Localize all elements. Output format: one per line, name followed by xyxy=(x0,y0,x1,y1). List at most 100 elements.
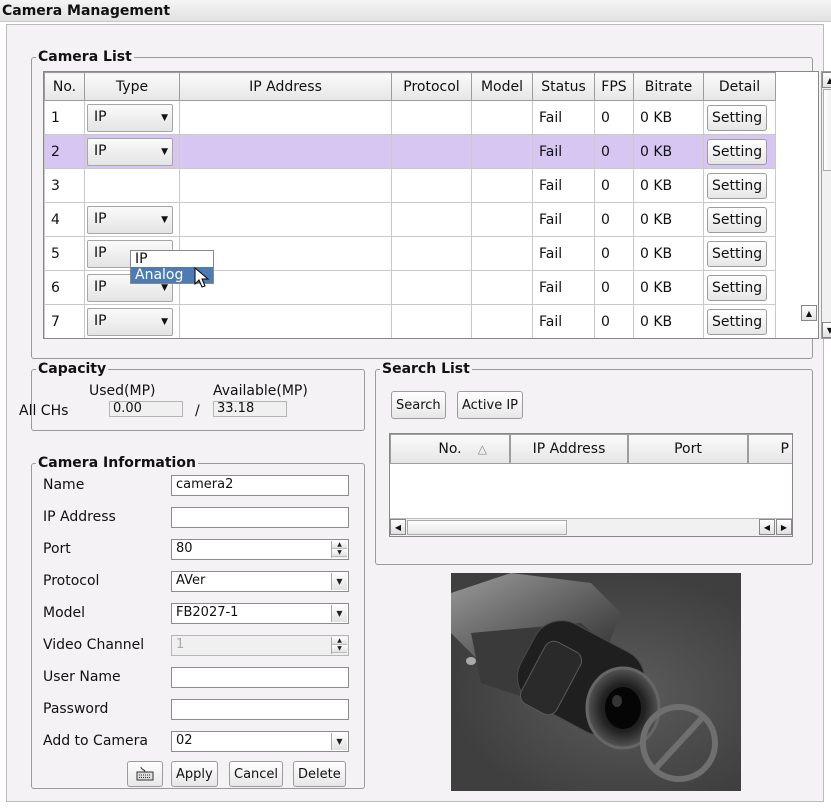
used-mp-label: Used(MP) xyxy=(89,383,156,399)
row-no: 7 xyxy=(44,304,85,338)
scroll-thumb[interactable] xyxy=(823,89,831,171)
search-col-port[interactable]: Port xyxy=(628,434,748,464)
protocol-value: AVer xyxy=(176,573,206,588)
model-select[interactable]: FB2027-1 ▼ xyxy=(171,603,349,624)
type-combo[interactable]: IP ▼ xyxy=(87,137,173,166)
scroll-down-icon[interactable]: ▼ xyxy=(822,322,831,338)
search-table: No. △ IP Address Port P ◀ ◀ ▶ xyxy=(389,433,793,537)
row-bitrate: 0 KB xyxy=(633,304,704,338)
col-header-status[interactable]: Status xyxy=(532,72,595,101)
row-ip xyxy=(179,202,392,237)
row-bitrate: 0 KB xyxy=(633,270,704,305)
camera-table-scrollbar[interactable]: ▲ ▼ xyxy=(821,71,831,339)
col-header-fps[interactable]: FPS xyxy=(594,72,634,101)
row-bitrate: 0 KB xyxy=(633,236,704,271)
search-button[interactable]: Search xyxy=(391,391,446,419)
setting-button[interactable]: Setting xyxy=(707,172,768,199)
spin-down-icon[interactable]: ▼ xyxy=(332,549,347,557)
all-chs-label: All CHs xyxy=(19,403,69,419)
camera-table-header: No. Type IP Address Protocol Model Statu… xyxy=(44,72,776,101)
search-col-no[interactable]: No. △ xyxy=(390,434,510,464)
table-row[interactable]: 7 IP ▼ Fail 0 0 KB Setting xyxy=(44,304,776,338)
title-bar: Camera Management xyxy=(0,0,831,22)
row-fps: 0 xyxy=(594,236,634,271)
row-no: 1 xyxy=(44,100,85,135)
capacity-group: Capacity xyxy=(31,361,365,431)
type-combo[interactable]: IP ▼ xyxy=(87,103,173,132)
protocol-select[interactable]: AVer ▼ xyxy=(171,571,349,592)
setting-button[interactable]: Setting xyxy=(707,274,768,301)
keyboard-button[interactable] xyxy=(127,761,163,787)
password-label: Password xyxy=(43,701,109,717)
row-status: Fail xyxy=(532,236,595,271)
port-stepper[interactable]: 80 ▲ ▼ xyxy=(171,539,349,560)
scroll-up-icon[interactable]: ▲ xyxy=(822,72,831,88)
available-mp-value: 33.18 xyxy=(213,401,287,417)
chevron-down-icon[interactable]: ▼ xyxy=(331,573,347,590)
video-channel-stepper: 1 ▲ ▼ xyxy=(171,635,349,656)
type-combo[interactable]: IP ▼ xyxy=(87,307,173,336)
row-bitrate: 0 KB xyxy=(633,168,704,203)
table-row[interactable]: 3 Fail 0 0 KB Setting xyxy=(44,168,776,203)
spin-up-icon[interactable]: ▲ xyxy=(332,541,347,549)
video-channel-label: Video Channel xyxy=(43,637,145,653)
setting-button[interactable]: Setting xyxy=(707,308,768,335)
capacity-separator: / xyxy=(195,403,200,419)
scroll-left-icon[interactable]: ◀ xyxy=(390,519,406,535)
search-col-p[interactable]: P xyxy=(748,434,792,464)
row-status: Fail xyxy=(532,270,595,305)
row-status: Fail xyxy=(532,304,595,338)
row-ip xyxy=(179,134,392,169)
active-ip-button[interactable]: Active IP xyxy=(457,391,524,419)
col-header-type[interactable]: Type xyxy=(84,72,180,101)
user-name-label: User Name xyxy=(43,669,121,685)
row-bitrate: 0 KB xyxy=(633,100,704,135)
search-table-hscroll[interactable]: ◀ ◀ ▶ xyxy=(390,518,792,536)
table-row[interactable]: 4 IP ▼ Fail 0 0 KB Setting xyxy=(44,202,776,237)
delete-button[interactable]: Delete xyxy=(293,761,346,787)
setting-button[interactable]: Setting xyxy=(707,240,768,267)
search-col-ip[interactable]: IP Address xyxy=(510,434,628,464)
row-model xyxy=(471,304,533,338)
setting-button[interactable]: Setting xyxy=(707,104,768,131)
camera-illustration xyxy=(451,573,718,782)
row-model xyxy=(471,168,533,203)
chevron-down-icon[interactable]: ▼ xyxy=(331,733,347,750)
type-combo[interactable]: IP ▼ xyxy=(87,205,173,234)
camera-management-panel: Camera List No. Type IP Address Protocol… xyxy=(6,24,831,802)
col-header-model[interactable]: Model xyxy=(471,72,533,101)
col-header-bitrate[interactable]: Bitrate xyxy=(633,72,704,101)
row-no: 6 xyxy=(44,270,85,305)
col-header-no[interactable]: No. xyxy=(44,72,85,101)
row-fps: 0 xyxy=(594,304,634,338)
port-label: Port xyxy=(43,541,71,557)
col-header-detail[interactable]: Detail xyxy=(703,72,776,101)
row-fps: 0 xyxy=(594,134,634,169)
cancel-button[interactable]: Cancel xyxy=(229,761,284,787)
scroll-left-icon[interactable]: ◀ xyxy=(759,519,775,535)
dropdown-option-ip[interactable]: IP xyxy=(131,251,213,267)
spin-down-icon: ▼ xyxy=(332,645,347,653)
password-field[interactable] xyxy=(171,699,349,720)
user-name-field[interactable] xyxy=(171,667,349,688)
no-signal-icon xyxy=(640,704,718,782)
row-protocol xyxy=(391,134,472,169)
col-header-ip-address[interactable]: IP Address xyxy=(179,72,392,101)
setting-button[interactable]: Setting xyxy=(707,206,768,233)
type-value: IP xyxy=(94,142,107,159)
setting-button[interactable]: Setting xyxy=(707,138,768,165)
name-field[interactable]: camera2 xyxy=(171,475,349,496)
apply-button[interactable]: Apply xyxy=(171,761,218,787)
table-row[interactable]: 1 IP ▼ Fail 0 0 KB Setting xyxy=(44,100,776,135)
add-to-camera-select[interactable]: 02 ▼ xyxy=(171,731,349,752)
col-header-protocol[interactable]: Protocol xyxy=(391,72,472,101)
hscroll-thumb[interactable] xyxy=(407,520,567,535)
port-spin[interactable]: ▲ ▼ xyxy=(331,541,347,558)
row-model xyxy=(471,134,533,169)
used-mp-value: 0.00 xyxy=(109,401,183,417)
table-row[interactable]: 2 IP ▼ Fail 0 0 KB Setting xyxy=(44,134,776,169)
scroll-right-icon[interactable]: ▶ xyxy=(776,519,792,535)
ip-address-field[interactable] xyxy=(171,507,349,528)
scroll-up-icon[interactable]: ▲ xyxy=(801,305,817,321)
chevron-down-icon[interactable]: ▼ xyxy=(331,605,347,622)
